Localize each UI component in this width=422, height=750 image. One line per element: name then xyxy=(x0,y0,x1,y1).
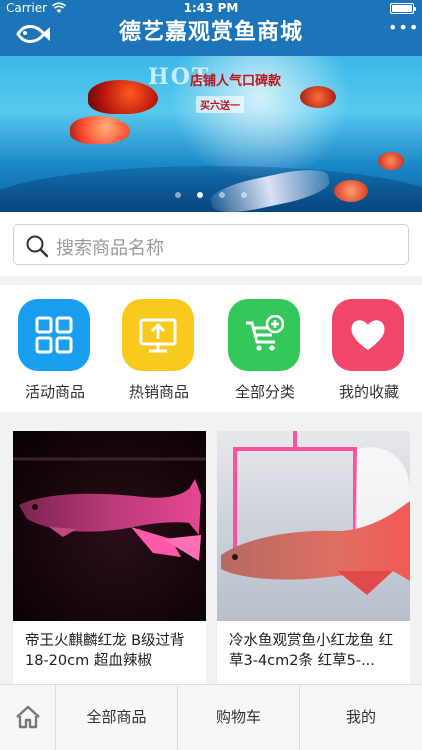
search-input[interactable]: 搜索商品名称 xyxy=(13,224,409,265)
carousel-dot[interactable] xyxy=(219,192,225,198)
category-hot[interactable]: 热销商品 xyxy=(114,299,204,403)
cart-add-icon xyxy=(246,315,284,351)
arowana-net-image xyxy=(221,431,410,595)
category-label: 活动商品 xyxy=(24,383,85,401)
category-label: 全部分类 xyxy=(234,383,295,401)
category-label: 热销商品 xyxy=(128,383,189,401)
carousel-dot[interactable] xyxy=(197,192,203,198)
app-header: Carrier 1:43 PM 德艺嘉观赏鱼商城 ••• xyxy=(0,0,422,56)
carousel-dot[interactable] xyxy=(175,192,181,198)
product-name: 帝王火麒麟红龙 B级过背18-20cm 超血辣椒 xyxy=(25,633,185,669)
carousel-indicator xyxy=(0,192,422,198)
category-icon-bg xyxy=(228,299,300,371)
fish-logo-icon[interactable] xyxy=(12,16,52,48)
monitor-upload-icon xyxy=(139,318,177,353)
search-icon xyxy=(26,235,49,258)
heart-icon xyxy=(351,320,385,350)
product-card[interactable]: 冷水鱼观赏鱼小红龙鱼 红草3-4cm2条 红草5-... xyxy=(217,431,410,684)
product-name: 冷水鱼观赏鱼小红龙鱼 红草3-4cm2条 红草5-... xyxy=(229,633,394,669)
banner-fish-image xyxy=(300,86,336,108)
search-section: 搜索商品名称 xyxy=(0,212,422,276)
banner-promo-tag: 买六送一 xyxy=(196,96,244,113)
banner-fish-image xyxy=(70,116,130,144)
more-dots-icon[interactable]: ••• xyxy=(388,18,418,38)
tab-home[interactable] xyxy=(0,685,56,750)
carousel-dot[interactable] xyxy=(241,192,247,198)
tab-mine[interactable]: 我的 xyxy=(300,685,422,750)
grid-icon xyxy=(35,316,73,354)
category-all[interactable]: 全部分类 xyxy=(220,299,310,403)
category-icon-bg xyxy=(18,299,90,371)
product-card[interactable]: 帝王火麒麟红龙 B级过背18-20cm 超血辣椒 xyxy=(13,431,206,684)
category-grid: 活动商品 热销商品 全部分类 我的收藏 xyxy=(0,285,422,412)
category-favorites[interactable]: 我的收藏 xyxy=(324,299,414,403)
category-activity[interactable]: 活动商品 xyxy=(10,299,100,403)
promo-banner[interactable]: HOT 店铺人气口碑款 买六送一 xyxy=(0,56,422,212)
product-image xyxy=(13,431,206,621)
category-icon-bg xyxy=(332,299,404,371)
tab-all-products[interactable]: 全部商品 xyxy=(56,685,178,750)
battery-icon xyxy=(390,3,416,14)
product-list: 帝王火麒麟红龙 B级过背18-20cm 超血辣椒 冷水鱼观赏鱼小红龙鱼 红草3-… xyxy=(0,420,422,684)
banner-fish-image xyxy=(378,152,404,170)
banner-slogan: 店铺人气口碑款 xyxy=(190,74,282,89)
status-time: 1:43 PM xyxy=(183,1,239,15)
product-image xyxy=(217,431,410,621)
category-icon-bg xyxy=(122,299,194,371)
bottom-tab-bar: 全部商品 购物车 我的 xyxy=(0,684,422,750)
search-placeholder: 搜索商品名称 xyxy=(56,238,164,259)
home-icon xyxy=(16,705,40,729)
arowana-fish-image xyxy=(13,457,206,561)
tab-cart[interactable]: 购物车 xyxy=(178,685,300,750)
category-label: 我的收藏 xyxy=(338,383,399,401)
page-title: 德艺嘉观赏鱼商城 xyxy=(118,20,303,45)
banner-fish-image xyxy=(334,180,368,202)
